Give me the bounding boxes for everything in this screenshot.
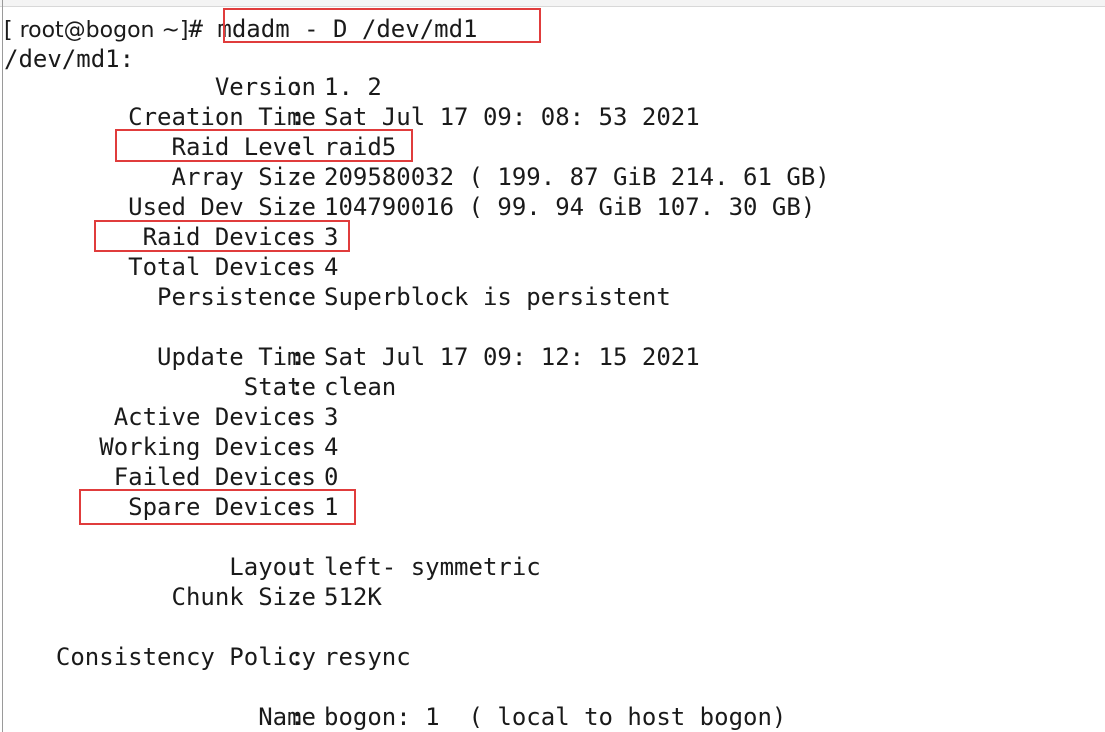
- field-row: Version:1. 2: [0, 72, 1105, 102]
- field-value: Sat Jul 17 09: 12: 15 2021: [324, 343, 700, 371]
- field-key: Used Dev Size: [128, 193, 316, 221]
- highlight-raid-devices-box: [94, 220, 350, 252]
- highlight-command-box: [223, 8, 541, 43]
- field-value: 209580032 ( 199. 87 GiB 214. 61 GB): [324, 163, 830, 191]
- field-key: Creation Time: [128, 103, 316, 131]
- field-value: 1. 2: [324, 73, 382, 101]
- highlight-raid-level-box: [115, 129, 413, 162]
- field-separator: :: [290, 163, 305, 191]
- field-value: 0: [324, 463, 339, 491]
- field-row: Chunk Size:512K: [0, 582, 1105, 612]
- field-separator: :: [290, 253, 305, 281]
- field-row: Creation Time: Sat Jul 17 09: 08: 53 2021: [0, 102, 1105, 132]
- field-key: Active Devices: [113, 403, 316, 431]
- field-value: 4: [324, 433, 339, 461]
- field-row: Working Devices:4: [0, 432, 1105, 462]
- field-separator: :: [290, 643, 305, 671]
- field-key: Name: [258, 703, 316, 731]
- field-separator: :: [290, 433, 305, 461]
- field-key: Total Devices: [128, 253, 316, 281]
- field-key: State: [243, 373, 316, 401]
- field-separator: :: [290, 193, 305, 221]
- field-value: resync: [324, 643, 411, 671]
- field-separator: :: [290, 283, 305, 311]
- terminal-window[interactable]: [ root@bogon ~]# mdadm - D /dev/md1 /dev…: [0, 0, 1105, 732]
- field-separator: :: [290, 553, 305, 581]
- field-row: Name: bogon: 1 ( local to host bogon): [0, 702, 1105, 732]
- field-value: 4: [324, 253, 339, 281]
- field-value: clean: [324, 373, 397, 401]
- field-separator: :: [290, 583, 305, 611]
- device-header: /dev/md1:: [4, 45, 135, 73]
- shell-prompt: [ root@bogon ~]: [4, 18, 189, 43]
- field-key: Failed Devices: [113, 463, 316, 491]
- field-separator: :: [290, 343, 305, 371]
- field-row: Layout: left- symmetric: [0, 552, 1105, 582]
- field-separator: :: [290, 73, 305, 101]
- field-row: Consistency Policy: resync: [0, 642, 1105, 672]
- field-row: Failed Devices:0: [0, 462, 1105, 492]
- highlight-spare-devices-box: [79, 489, 356, 525]
- field-value: 512K: [324, 583, 382, 611]
- field-separator: :: [290, 103, 305, 131]
- terminal-top-edge: [0, 0, 1105, 7]
- prompt-hash: #: [188, 15, 203, 43]
- field-value: bogon: 1 ( local to host bogon): [324, 703, 787, 731]
- field-value: Sat Jul 17 09: 08: 53 2021: [324, 103, 700, 131]
- field-separator: :: [290, 373, 305, 401]
- field-value: 104790016 ( 99. 94 GiB 107. 30 GB): [324, 193, 816, 221]
- field-key: Consistency Policy: [55, 643, 316, 671]
- field-row: Total Devices:4: [0, 252, 1105, 282]
- field-key: Working Devices: [99, 433, 316, 461]
- field-value: 3: [324, 403, 339, 431]
- field-row: Persistence: Superblock is persistent: [0, 282, 1105, 312]
- field-row: Update Time: Sat Jul 17 09: 12: 15 2021: [0, 342, 1105, 372]
- field-value: Superblock is persistent: [324, 283, 671, 311]
- field-value: left- symmetric: [324, 553, 541, 581]
- field-separator: :: [290, 703, 305, 731]
- field-row: Used Dev Size:104790016 ( 99. 94 GiB 107…: [0, 192, 1105, 222]
- field-row: Active Devices:3: [0, 402, 1105, 432]
- field-row: State: clean: [0, 372, 1105, 402]
- field-separator: :: [290, 403, 305, 431]
- field-row: Array Size:209580032 ( 199. 87 GiB 214. …: [0, 162, 1105, 192]
- field-separator: :: [290, 463, 305, 491]
